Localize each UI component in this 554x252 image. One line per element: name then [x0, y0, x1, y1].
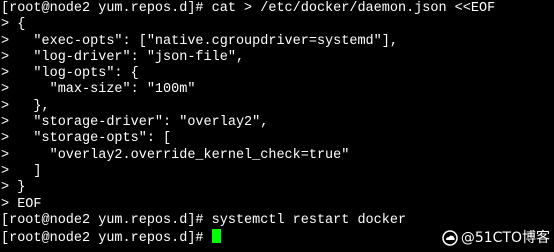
terminal-line: > }: [1, 180, 26, 196]
terminal-line: > "log-opts": {: [1, 66, 139, 82]
terminal-line: > "storage-driver": "overlay2",: [1, 115, 269, 131]
terminal-line: > "log-driver": "json-file",: [1, 49, 245, 65]
terminal-line: > "max-size": "100m": [1, 82, 196, 98]
terminal-line: [root@node2 yum.repos.d]# cat > /etc/doc…: [1, 1, 496, 16]
watermark: @51CTO博客: [437, 227, 550, 249]
terminal-line: > {: [1, 17, 26, 33]
terminal-line: > "overlay2.override_kernel_check=true": [1, 147, 350, 163]
terminal-cursor: [211, 229, 221, 244]
watermark-text: @51CTO博客: [460, 230, 550, 246]
terminal-line: > "exec-opts": ["native.cgroupdriver=sys…: [1, 33, 398, 49]
terminal-line: > "storage-opts": [: [1, 131, 172, 147]
terminal-window[interactable]: [root@node2 yum.repos.d]# cat > /etc/doc…: [0, 0, 554, 252]
terminal-line: > ]: [1, 163, 42, 179]
terminal-prompt: [root@node2 yum.repos.d]#: [1, 231, 212, 247]
terminal-line: > EOF: [1, 196, 42, 212]
cloud-logo-icon: [442, 230, 458, 246]
terminal-line: > },: [1, 98, 50, 114]
